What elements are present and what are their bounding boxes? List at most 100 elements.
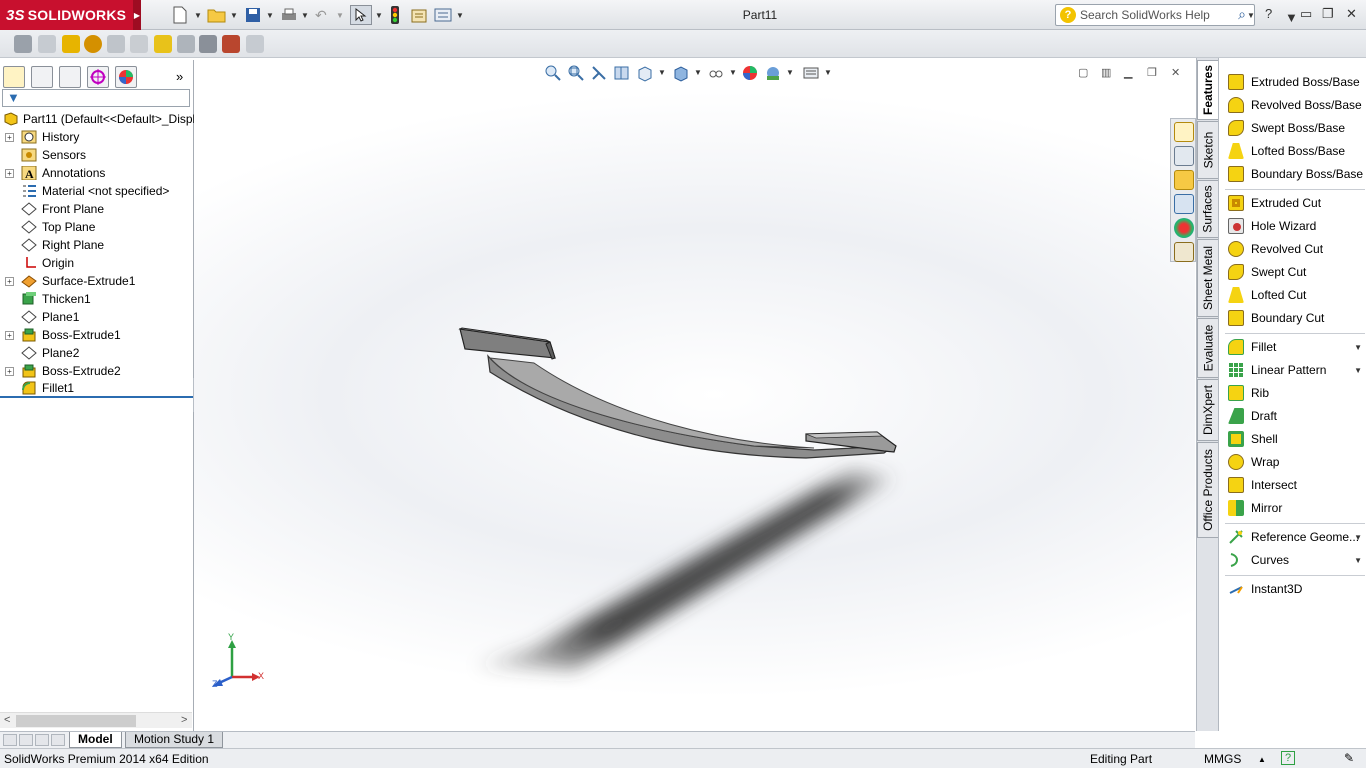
displaymanager-tab-icon[interactable]: [115, 66, 137, 88]
tree-item-fillet1[interactable]: Fillet1: [0, 380, 194, 398]
revolved-cut-button[interactable]: Revolved Cut: [1219, 238, 1366, 260]
shell-button[interactable]: Shell: [1219, 428, 1366, 450]
tree-root-part[interactable]: Part11 (Default<<Default>_Display State …: [0, 110, 194, 128]
configurationmanager-tab-icon[interactable]: [59, 66, 81, 88]
frame-icon[interactable]: [246, 35, 264, 53]
feature-icon[interactable]: [154, 35, 172, 53]
scroll-right-icon[interactable]: >: [181, 714, 187, 726]
custom-properties-icon[interactable]: [1174, 242, 1194, 262]
prev-tab-button[interactable]: [19, 734, 33, 746]
tab-dimxpert[interactable]: DimXpert: [1197, 379, 1219, 441]
tool-icon[interactable]: [199, 35, 217, 53]
menu-flyout-arrow[interactable]: ▶: [133, 0, 141, 30]
sheet-icon[interactable]: [107, 35, 125, 53]
scroll-left-icon[interactable]: <: [4, 714, 10, 726]
tab-evaluate[interactable]: Evaluate: [1197, 318, 1219, 378]
align-icon[interactable]: [62, 35, 80, 53]
save-dropdown[interactable]: ▼: [266, 5, 274, 25]
sphere-icon[interactable]: [84, 35, 102, 53]
extruded-boss-button[interactable]: Extruded Boss/Base: [1219, 71, 1366, 93]
undo-dropdown[interactable]: ▼: [336, 5, 344, 25]
restore-icon[interactable]: ❐: [1322, 6, 1334, 22]
tree-item-history[interactable]: + History: [0, 128, 194, 146]
select-dropdown[interactable]: ▼: [375, 5, 383, 25]
next-tab-button[interactable]: [35, 734, 49, 746]
fillet-dropdown[interactable]: ▼: [1354, 343, 1362, 352]
rebuild-traffic-light-icon[interactable]: [390, 5, 400, 25]
expand-toggle[interactable]: +: [5, 132, 14, 142]
dimxpertmanager-tab-icon[interactable]: [87, 66, 109, 88]
save-icon[interactable]: [245, 5, 261, 25]
draft-button[interactable]: Draft: [1219, 405, 1366, 427]
appearances-scenes-icon[interactable]: [1174, 218, 1194, 238]
first-tab-button[interactable]: [3, 734, 17, 746]
search-dropdown[interactable]: ▼: [1247, 5, 1255, 25]
propertymanager-tab-icon[interactable]: [31, 66, 53, 88]
units-up-icon[interactable]: ▲: [1258, 755, 1266, 764]
last-tab-button[interactable]: [51, 734, 65, 746]
minimize-icon[interactable]: ▭: [1300, 6, 1312, 22]
wrap-button[interactable]: Wrap: [1219, 451, 1366, 473]
swept-boss-button[interactable]: Swept Boss/Base: [1219, 117, 1366, 139]
new-document-dropdown[interactable]: ▼: [194, 5, 202, 25]
curves-dropdown[interactable]: ▼: [1354, 556, 1362, 565]
revolved-boss-button[interactable]: Revolved Boss/Base: [1219, 94, 1366, 116]
help-dropdown[interactable]: ▼: [1285, 10, 1298, 25]
scroll-thumb[interactable]: [16, 715, 136, 727]
tab-sheet-metal[interactable]: Sheet Metal: [1197, 239, 1219, 317]
lofted-boss-button[interactable]: Lofted Boss/Base: [1219, 140, 1366, 162]
tab-sketch[interactable]: Sketch: [1197, 121, 1219, 179]
options-icon[interactable]: [434, 5, 452, 25]
help-status-icon[interactable]: ?: [1281, 751, 1295, 765]
tree-item-plane2[interactable]: Plane2: [0, 344, 194, 362]
open-folder-icon[interactable]: [207, 5, 227, 25]
box-icon[interactable]: [177, 35, 195, 53]
file-explorer-icon[interactable]: [1174, 170, 1194, 190]
file-properties-icon[interactable]: [410, 5, 428, 25]
tree-item-thicken1[interactable]: Thicken1: [0, 290, 194, 308]
print-dropdown[interactable]: ▼: [301, 5, 309, 25]
expand-toggle[interactable]: +: [5, 330, 14, 340]
extruded-cut-button[interactable]: Extruded Cut: [1219, 192, 1366, 214]
expand-tabs-icon[interactable]: »: [176, 69, 183, 84]
print-icon[interactable]: [280, 5, 298, 25]
tree-item-right-plane[interactable]: Right Plane: [0, 236, 194, 254]
status-units[interactable]: MMGS: [1204, 752, 1241, 766]
tab-features[interactable]: Features: [1197, 60, 1219, 120]
new-document-icon[interactable]: [172, 5, 188, 25]
solidworks-resources-icon[interactable]: [1174, 122, 1194, 142]
close-icon[interactable]: ✕: [1346, 6, 1357, 22]
curves-button[interactable]: Curves ▼: [1219, 549, 1366, 571]
tree-filter-input[interactable]: ▼: [2, 89, 190, 107]
tree-horizontal-scrollbar[interactable]: < >: [0, 712, 192, 728]
model-view[interactable]: [194, 58, 1195, 731]
select-arrow-icon[interactable]: [350, 5, 372, 25]
tree-item-sensors[interactable]: Sensors: [0, 146, 194, 164]
help-icon[interactable]: ?: [1265, 6, 1272, 21]
tree-item-material[interactable]: Material <not specified>: [0, 182, 194, 200]
tree-item-annotations[interactable]: + A Annotations: [0, 164, 194, 182]
open-dropdown[interactable]: ▼: [230, 5, 238, 25]
search-icon[interactable]: ⌕: [1238, 6, 1246, 23]
pencil-icon[interactable]: ✎: [1344, 751, 1354, 765]
linear-pattern-button[interactable]: Linear Pattern ▼: [1219, 359, 1366, 381]
reference-geometry-button[interactable]: Reference Geome... ▼: [1219, 526, 1366, 548]
chain-link-icon[interactable]: [130, 35, 148, 53]
help-search-input[interactable]: ? Search SolidWorks Help ⌕: [1055, 4, 1255, 26]
linear-pattern-dropdown[interactable]: ▼: [1354, 366, 1362, 375]
model-part[interactable]: [458, 327, 897, 459]
undo-icon[interactable]: ↶: [315, 5, 327, 25]
tree-item-boss-extrude2[interactable]: + Boss-Extrude2: [0, 362, 194, 380]
tree-item-top-plane[interactable]: Top Plane: [0, 218, 194, 236]
view-palette-icon[interactable]: [1174, 194, 1194, 214]
hole-wizard-button[interactable]: Hole Wizard: [1219, 215, 1366, 237]
expand-toggle[interactable]: +: [5, 366, 14, 376]
instant3d-button[interactable]: Instant3D: [1219, 578, 1366, 600]
boundary-cut-button[interactable]: Boundary Cut: [1219, 307, 1366, 329]
measure-icon[interactable]: [222, 35, 240, 53]
tree-item-front-plane[interactable]: Front Plane: [0, 200, 194, 218]
options-dropdown[interactable]: ▼: [456, 5, 464, 25]
tree-item-surface-extrude1[interactable]: + Surface-Extrude1: [0, 272, 194, 290]
tree-item-origin[interactable]: Origin: [0, 254, 194, 272]
link-values-icon[interactable]: [38, 35, 56, 53]
